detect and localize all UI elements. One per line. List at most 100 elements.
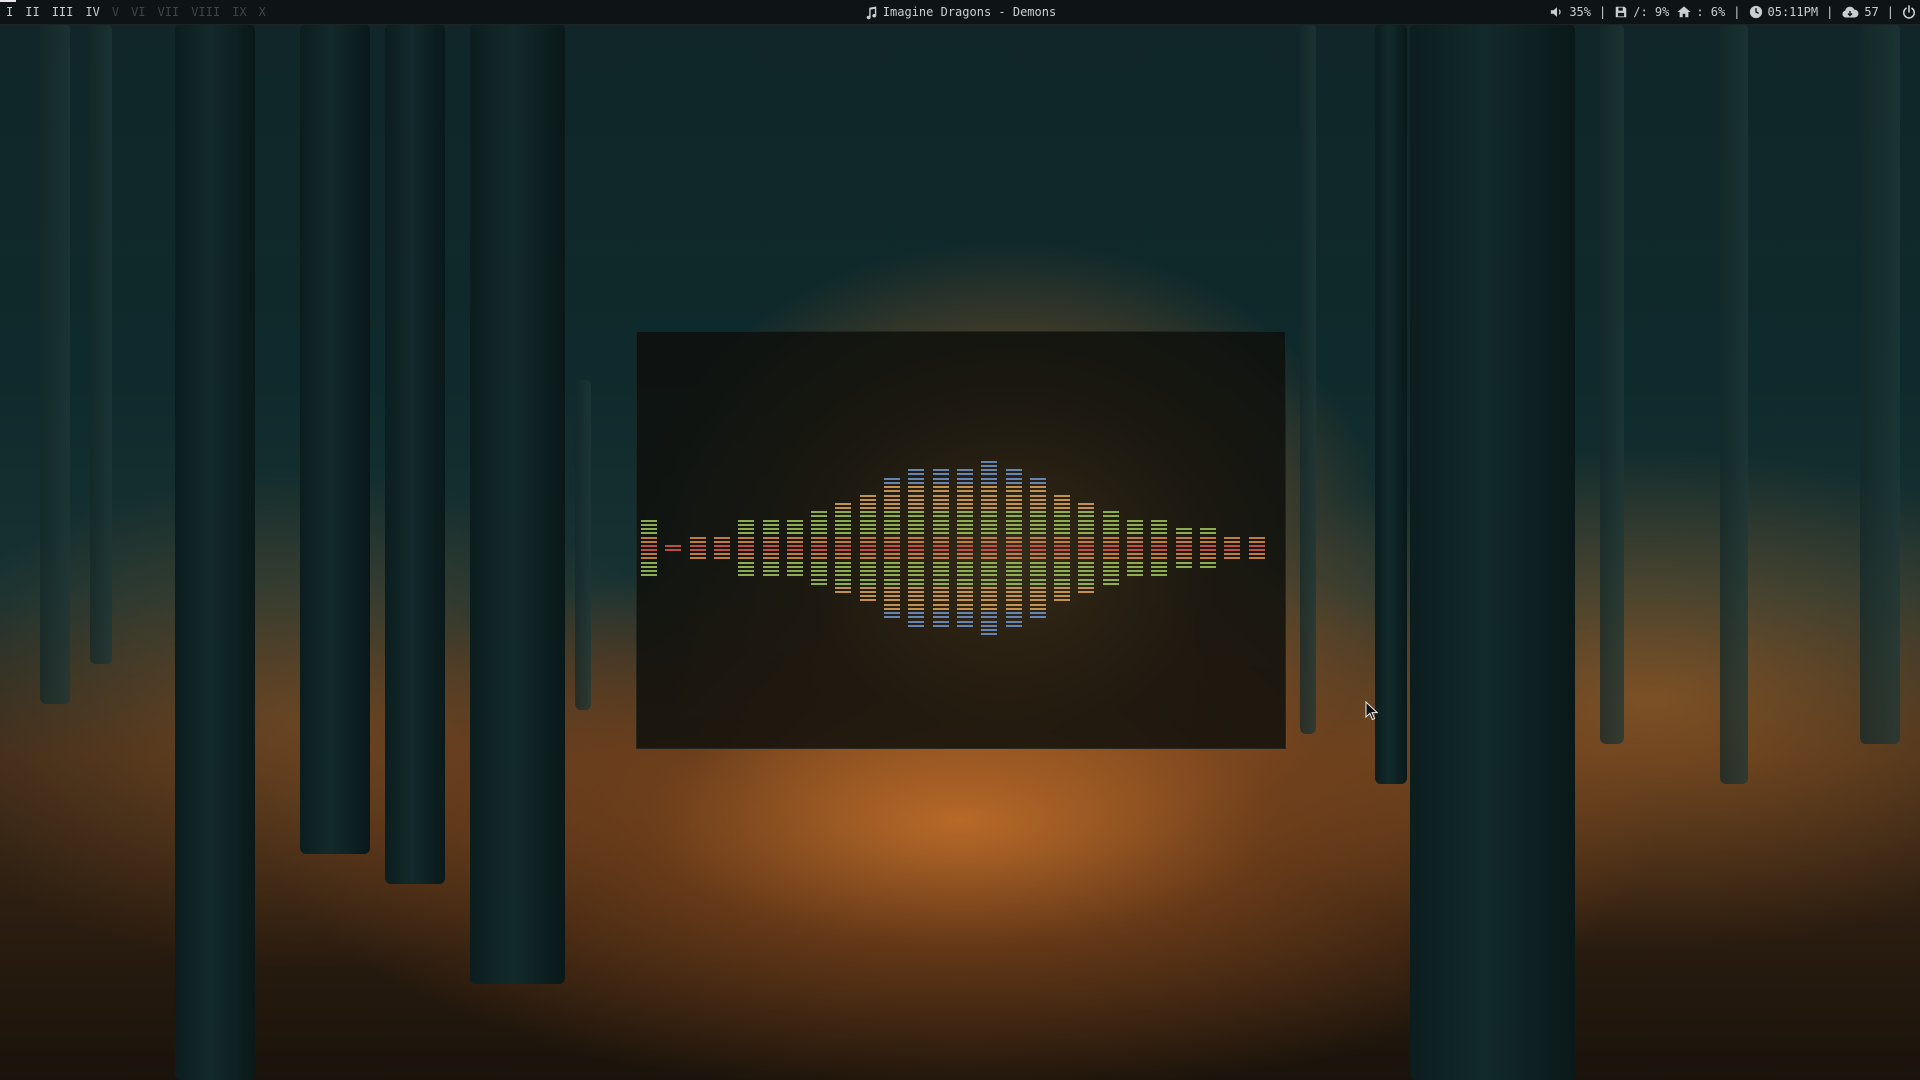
workspace-switcher: I II III IV V VI VII VIII IX X (0, 0, 272, 24)
spectrum-cell (956, 578, 973, 585)
spectrum-cell (956, 511, 973, 518)
spectrum-cell (908, 494, 925, 501)
spectrum-cell (981, 503, 998, 509)
spectrum-cell (932, 511, 949, 518)
tree-trunk (1860, 24, 1900, 744)
spectrum-cell (932, 503, 949, 509)
workspace-2[interactable]: II (19, 0, 45, 24)
weather-indicator[interactable]: 57 (1841, 0, 1879, 24)
spectrum-cell (641, 545, 657, 551)
spectrum-cell (1175, 545, 1192, 551)
power-button[interactable] (1902, 5, 1916, 19)
spectrum-cell (786, 561, 803, 568)
clock-indicator[interactable]: 05:11PM (1749, 0, 1819, 24)
spectrum-cell (859, 570, 876, 577)
spectrum-cell (932, 570, 949, 577)
workspace-5[interactable]: V (106, 0, 125, 24)
spectrum-cell (738, 570, 755, 577)
workspace-10[interactable]: X (253, 0, 272, 24)
spectrum-cell (1078, 503, 1095, 509)
spectrum-cell (762, 545, 779, 551)
spectrum-cell (981, 511, 998, 518)
spectrum-cell (1151, 536, 1168, 543)
spectrum-cell (1175, 536, 1192, 543)
spectrum-cell (1029, 519, 1046, 526)
spectrum-cell (932, 620, 949, 627)
spectrum-cell (981, 494, 998, 501)
spectrum-cell (859, 545, 876, 551)
spectrum-cell (981, 612, 998, 619)
workspace-6[interactable]: VI (125, 0, 151, 24)
spectrum-cell (908, 486, 925, 493)
workspace-8[interactable]: VIII (185, 0, 226, 24)
spectrum-cell (908, 536, 925, 543)
spectrum-cell (932, 612, 949, 619)
disk-root-indicator[interactable]: /: 9% (1614, 0, 1669, 24)
status-separator: | (1886, 5, 1894, 19)
spectrum-cell (859, 511, 876, 518)
spectrum-cell (1175, 528, 1192, 535)
status-separator: | (1826, 5, 1834, 19)
spectrum-cell (641, 536, 657, 543)
spectrum-cell (884, 595, 900, 602)
clock-value: 05:11PM (1767, 5, 1819, 19)
spectrum-cell (956, 503, 973, 509)
spectrum-cell (641, 553, 657, 560)
spectrum-cell (689, 545, 706, 551)
spectrum-cell (1054, 519, 1071, 526)
spectrum-cell (1005, 536, 1022, 543)
spectrum-cell (1029, 486, 1046, 493)
spectrum-cell (811, 570, 828, 577)
spectrum-cell (1151, 519, 1168, 526)
tree-trunk (1600, 24, 1624, 744)
spectrum-cell (884, 561, 900, 568)
spectrum-cell (932, 603, 949, 610)
spectrum-cell (1127, 519, 1143, 526)
spectrum-cell (1127, 570, 1143, 577)
spectrum-cell (786, 570, 803, 577)
spectrum-cell (981, 528, 998, 535)
spectrum-cell (786, 536, 803, 543)
spectrum-cell (835, 545, 852, 551)
spectrum-cell (738, 553, 755, 560)
disk-root-value: /: 9% (1633, 5, 1670, 19)
tree-trunk (575, 380, 591, 710)
now-playing-item[interactable]: Imagine Dragons - Demons (864, 5, 1056, 19)
workspace-1[interactable]: I (0, 0, 19, 24)
spectrum-cell (981, 620, 998, 627)
cloud-icon (1841, 5, 1859, 19)
spectrum-cell (884, 486, 900, 493)
spectrum-cell (811, 528, 828, 535)
spectrum-cell (932, 477, 949, 484)
workspace-4[interactable]: IV (79, 0, 105, 24)
spectrum-cell (1054, 528, 1071, 535)
spectrum-cell (1029, 511, 1046, 518)
spectrum-cell (713, 553, 730, 560)
spectrum-cell (1054, 587, 1071, 593)
disk-home-indicator[interactable]: : 6% (1677, 0, 1725, 24)
spectrum-cell (884, 545, 900, 551)
now-playing-text: Imagine Dragons - Demons (882, 5, 1057, 19)
spectrum-cell (956, 620, 973, 627)
spectrum-cell (641, 519, 657, 526)
spectrum-cell (908, 595, 925, 602)
spectrum-cell (738, 561, 755, 568)
spectrum-cell (1248, 553, 1265, 560)
spectrum-cell (1005, 553, 1022, 560)
spectrum-cell (1199, 545, 1216, 551)
workspace-9[interactable]: IX (226, 0, 252, 24)
spectrum-cell (932, 595, 949, 602)
spectrum-cell (884, 503, 900, 509)
workspace-7[interactable]: VII (152, 0, 186, 24)
spectrum-cell (981, 461, 998, 467)
audio-visualizer-window[interactable] (636, 331, 1286, 749)
volume-indicator[interactable]: 35% (1550, 0, 1591, 24)
spectrum-cell (762, 528, 779, 535)
spectrum-cell (981, 477, 998, 484)
tree-trunk (175, 24, 255, 1080)
workspace-3[interactable]: III (46, 0, 80, 24)
spectrum-cell (884, 570, 900, 577)
spectrum-cell (1102, 578, 1119, 585)
spectrum-cell (811, 561, 828, 568)
spectrum-cell (1054, 595, 1071, 602)
